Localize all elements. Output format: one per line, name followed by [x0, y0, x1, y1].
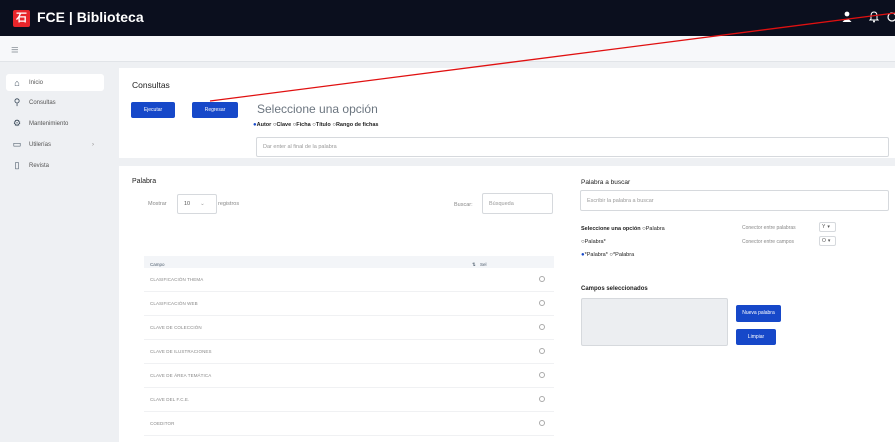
- fce-logo: 石: [13, 10, 30, 27]
- document-icon: ▯: [14, 160, 20, 170]
- campo-cell: CLAVE DE COLECCIÓN: [150, 325, 202, 330]
- home-icon: ⌂: [14, 77, 20, 88]
- search-type-options: ●Autor ○Clave ○Ficha ○Título ○Rango de f…: [253, 122, 378, 128]
- clipboard-icon: ▭: [12, 139, 22, 149]
- option-palabra-asterisco[interactable]: Palabra*: [585, 239, 606, 245]
- sidebar-item-label: Consultas: [29, 99, 56, 106]
- busqueda-placeholder: Búsqueda: [489, 200, 514, 207]
- campo-cell: COEDITOR: [150, 421, 175, 426]
- table-row[interactable]: CLAVE DE ÁREA TEMÁTICA: [144, 364, 554, 388]
- option-asterisco-palabra[interactable]: *Palabra: [613, 252, 634, 258]
- palabra-buscar-input[interactable]: Escribir la palabra a buscar: [580, 190, 889, 211]
- select-checkbox[interactable]: [539, 372, 545, 378]
- word-options-row-3: ●*Palabra* ○*Palabra: [581, 252, 634, 258]
- sidebar-item-label: Mantenimiento: [29, 120, 69, 127]
- select-checkbox[interactable]: [539, 300, 545, 306]
- word-options-row-1: Seleccione una opción ○Palabra: [581, 226, 665, 232]
- option-titulo[interactable]: Título: [316, 122, 331, 128]
- nueva-palabra-button[interactable]: Nueva palabra: [736, 305, 781, 322]
- conector-palabras-select[interactable]: Y ▾: [819, 222, 836, 232]
- ejecutar-button[interactable]: Ejecutar: [131, 102, 175, 118]
- palabra-buscar-placeholder: Escribir la palabra a buscar: [587, 197, 654, 204]
- palabra-title: Palabra: [132, 178, 157, 185]
- select-checkbox[interactable]: [539, 276, 545, 282]
- hamburger-menu-icon[interactable]: ≡: [11, 42, 19, 57]
- sidebar-item-consultas[interactable]: ⚲ Consultas: [6, 94, 104, 111]
- registros-label: registros: [218, 201, 240, 207]
- option-rango-fichas[interactable]: Rango de fichas: [336, 122, 378, 128]
- table-row[interactable]: COEDITOR: [144, 412, 554, 436]
- sidebar: ⌂ Inicio ⚲ Consultas ⚙ Mantenimiento ▭ U…: [0, 62, 115, 442]
- campo-cell: CLAVE DE ILUSTRACIONES: [150, 349, 212, 354]
- top-bar: 石 FCE | Biblioteca: [0, 0, 895, 36]
- gear-icon: ⚙: [12, 118, 22, 128]
- page-title: Consultas: [132, 80, 170, 90]
- busqueda-input[interactable]: Búsqueda: [482, 193, 553, 214]
- option-autor[interactable]: Autor: [257, 122, 272, 128]
- user-icon[interactable]: [842, 11, 852, 25]
- sidebar-item-label: Revista: [29, 162, 50, 169]
- select-checkbox[interactable]: [539, 420, 545, 426]
- campo-cell: CLAVE DEL F.C.E.: [150, 397, 190, 402]
- sidebar-item-mantenimiento[interactable]: ⚙ Mantenimiento: [6, 115, 104, 132]
- chevron-down-icon: ▾: [827, 238, 831, 244]
- mostrar-label: Mostrar: [148, 201, 167, 207]
- option-palabra[interactable]: Palabra: [646, 226, 665, 232]
- sidebar-item-utilerias[interactable]: ▭ Utilerías ›: [6, 136, 104, 153]
- sidebar-item-inicio[interactable]: ⌂ Inicio: [6, 74, 104, 91]
- page-size-select[interactable]: 10 ⌄: [177, 194, 217, 214]
- conector-palabras-label: Conector entre palabras: [742, 225, 796, 231]
- page-size-value: 10: [184, 201, 191, 207]
- column-header-sel[interactable]: Sel: [480, 262, 487, 267]
- sidebar-item-label: Utilerías: [29, 141, 52, 148]
- select-checkbox[interactable]: [539, 324, 545, 330]
- conector-campos-label: Conector entre campos: [742, 239, 794, 245]
- table-row[interactable]: CLASIFICACIÓN WEB: [144, 292, 554, 316]
- sidebar-item-label: Inicio: [29, 79, 44, 86]
- option-clave[interactable]: Clave: [276, 122, 291, 128]
- campos-seleccionados-textarea[interactable]: [581, 298, 728, 346]
- palabra-buscar-title: Palabra a buscar: [581, 179, 631, 186]
- campo-cell: CLASIFICACIÓN WEB: [150, 301, 198, 306]
- table-row[interactable]: CLAVE DE COLECCIÓN: [144, 316, 554, 340]
- sub-bar: ≡: [0, 36, 895, 62]
- conector-palabras-value: Y: [822, 224, 826, 230]
- campo-cell: CLASIFICACIÓN THEMA: [150, 277, 204, 282]
- consulta-input-placeholder: Dar enter al final de la palabra: [263, 144, 337, 150]
- regresar-button[interactable]: Regresar: [192, 102, 238, 118]
- options-heading: Seleccione una opción: [257, 102, 378, 116]
- option-ficha[interactable]: Ficha: [296, 122, 310, 128]
- conector-campos-value: O: [822, 238, 826, 244]
- campo-cell: CLAVE DE ÁREA TEMÁTICA: [150, 373, 212, 378]
- buscar-label: Buscar:: [454, 202, 473, 208]
- table-row[interactable]: CLAVE DE ILUSTRACIONES: [144, 340, 554, 364]
- chevron-down-icon: ▾: [827, 224, 830, 230]
- chevron-down-icon: ⌄: [200, 201, 205, 207]
- option-asterisco-palabra-asterisco[interactable]: *Palabra*: [585, 252, 608, 258]
- campos-seleccionados-title: Campos seleccionados: [581, 286, 648, 292]
- chevron-right-icon: ›: [92, 141, 94, 148]
- column-header-campo[interactable]: Campo: [150, 262, 165, 267]
- app-title: FCE | Biblioteca: [37, 9, 144, 25]
- gear-icon[interactable]: [885, 11, 895, 26]
- search-icon: ⚲: [13, 97, 21, 107]
- limpiar-button[interactable]: Limpiar: [736, 329, 776, 345]
- table-row[interactable]: CLASIFICACIÓN THEMA: [144, 268, 554, 292]
- consulta-input[interactable]: Dar enter al final de la palabra: [256, 137, 889, 157]
- sidebar-item-revista[interactable]: ▯ Revista: [6, 157, 104, 174]
- seleccione-label: Seleccione una opción: [581, 226, 641, 232]
- select-checkbox[interactable]: [539, 396, 545, 402]
- word-options-row-2: ○Palabra*: [581, 239, 606, 245]
- table-row[interactable]: CLAVE DEL F.C.E.: [144, 388, 554, 412]
- conector-campos-select[interactable]: O ▾: [819, 236, 836, 246]
- select-checkbox[interactable]: [539, 348, 545, 354]
- bell-icon[interactable]: [868, 11, 880, 26]
